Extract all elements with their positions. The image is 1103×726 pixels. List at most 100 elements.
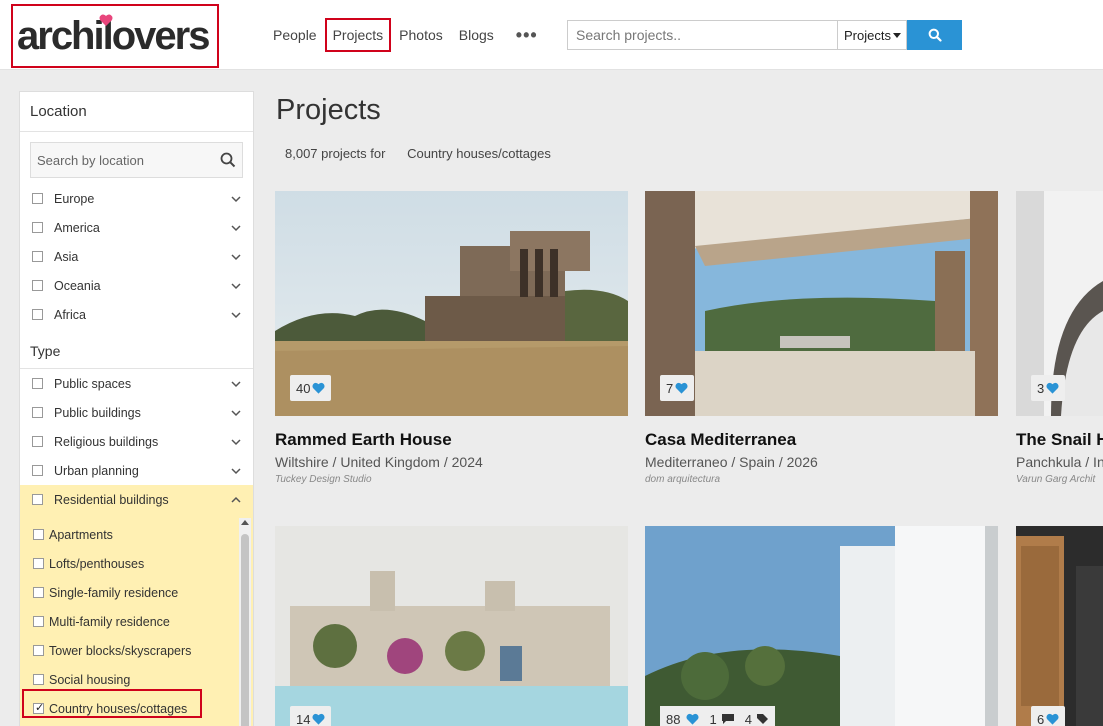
checkbox[interactable]	[32, 193, 43, 204]
filter-label: Social housing	[49, 672, 131, 687]
likes-count: 3	[1037, 380, 1045, 396]
site-header: archilovers People Projects Photos Blogs…	[0, 0, 1103, 70]
chevron-down-icon[interactable]	[229, 437, 243, 447]
chevron-down-icon[interactable]	[229, 281, 243, 291]
project-card[interactable]: 3 The Snail H Panchkula / Indi Varun Gar…	[1016, 191, 1103, 485]
filter-region-america[interactable]: America	[20, 213, 253, 242]
search-icon	[928, 28, 942, 42]
filter-label: Africa	[54, 307, 86, 322]
checkbox[interactable]	[33, 558, 44, 569]
likes-badge[interactable]: 40	[290, 375, 332, 401]
nav-photos[interactable]: Photos	[391, 18, 451, 52]
search-button[interactable]	[907, 20, 962, 50]
project-title[interactable]: The Snail H	[1016, 430, 1103, 450]
project-studio[interactable]: Varun Garg Archit	[1016, 474, 1103, 485]
filter-label: Public buildings	[54, 405, 141, 420]
checkbox[interactable]	[33, 645, 44, 656]
filter-type-religious-buildings[interactable]: Religious buildings	[20, 427, 253, 456]
filter-region-africa[interactable]: Africa	[20, 300, 253, 329]
subtype-tower-blocks[interactable]: Tower blocks/skyscrapers	[20, 636, 253, 665]
project-image[interactable]: 14	[275, 526, 628, 726]
nav-people[interactable]: People	[265, 18, 325, 52]
filter-type-urban-planning[interactable]: Urban planning	[20, 456, 253, 485]
logo[interactable]: archilovers	[11, 4, 219, 68]
checkbox[interactable]	[32, 222, 43, 233]
likes-count: 14	[296, 711, 311, 726]
likes-badge[interactable]: 3	[1031, 375, 1066, 401]
dropdown-caret-icon	[892, 32, 901, 38]
chevron-up-icon[interactable]	[229, 495, 243, 505]
filter-region-oceania[interactable]: Oceania	[20, 271, 253, 300]
scroll-up-arrow-icon[interactable]	[241, 520, 249, 525]
project-image[interactable]: 40	[275, 191, 628, 416]
project-title[interactable]: Rammed Earth House	[275, 430, 628, 450]
chevron-down-icon[interactable]	[229, 310, 243, 320]
filter-label: Apartments	[49, 527, 113, 542]
checkbox[interactable]	[33, 529, 44, 540]
checkbox[interactable]	[33, 587, 44, 598]
likes-count: 40	[296, 380, 311, 396]
location-search-input[interactable]: Search by location	[30, 142, 243, 178]
nav-blogs[interactable]: Blogs	[451, 18, 502, 52]
filter-region-europe[interactable]: Europe	[20, 184, 253, 213]
chevron-down-icon[interactable]	[229, 252, 243, 262]
likes-badge[interactable]: 6	[1031, 706, 1066, 726]
project-studio[interactable]: dom arquitectura	[645, 474, 998, 485]
search-scope-select[interactable]: Projects	[837, 20, 907, 50]
project-card[interactable]: 14	[275, 526, 628, 726]
checkbox[interactable]	[32, 280, 43, 291]
checkbox[interactable]	[32, 465, 43, 476]
project-card[interactable]: 88 1 4	[645, 526, 998, 726]
scrollbar-thumb[interactable]	[241, 534, 249, 726]
chevron-down-icon[interactable]	[229, 194, 243, 204]
project-studio[interactable]: Tuckey Design Studio	[275, 474, 628, 485]
checkbox[interactable]	[33, 674, 44, 685]
chevron-down-icon[interactable]	[229, 379, 243, 389]
project-card[interactable]: 40 Rammed Earth House Wiltshire / United…	[275, 191, 628, 485]
filter-type-public-spaces[interactable]: Public spaces	[20, 369, 253, 398]
likes-badge[interactable]: 7	[660, 375, 695, 401]
subtype-lofts[interactable]: Lofts/penthouses	[20, 549, 253, 578]
filter-label: America	[54, 220, 100, 235]
project-image[interactable]: 3	[1016, 191, 1103, 416]
chevron-down-icon[interactable]	[229, 223, 243, 233]
checkbox[interactable]	[32, 436, 43, 447]
checkbox[interactable]	[32, 309, 43, 320]
filter-region-asia[interactable]: Asia	[20, 242, 253, 271]
subtype-multi-family[interactable]: Multi-family residence	[20, 607, 253, 636]
checkbox[interactable]	[32, 407, 43, 418]
chevron-down-icon[interactable]	[229, 408, 243, 418]
subtype-apartments[interactable]: Apartments	[20, 514, 253, 549]
project-location: Panchkula / Indi	[1016, 454, 1103, 470]
project-card[interactable]: 6	[1016, 526, 1103, 726]
search-scope-label: Projects	[844, 27, 891, 43]
comments-count: 1	[709, 711, 717, 726]
likes-badge[interactable]: 14	[290, 706, 332, 726]
filter-label: Urban planning	[54, 463, 139, 478]
checkbox[interactable]	[32, 251, 43, 262]
project-card[interactable]: 7 Casa Mediterranea Mediterraneo / Spain…	[645, 191, 998, 485]
project-image[interactable]: 7	[645, 191, 998, 416]
more-menu-icon[interactable]: •••	[502, 18, 552, 52]
filter-type-public-buildings[interactable]: Public buildings	[20, 398, 253, 427]
search-input[interactable]	[567, 20, 837, 50]
project-image[interactable]: 88 1 4	[645, 526, 998, 726]
filter-sidebar: Location Search by location Europe Ameri…	[19, 91, 254, 726]
subtype-scrollbar[interactable]	[239, 518, 251, 726]
heart-icon	[1046, 713, 1059, 725]
filter-label: Tower blocks/skyscrapers	[49, 643, 192, 658]
main-nav: People Projects Photos Blogs •••	[265, 18, 552, 52]
type-heading: Type	[20, 329, 253, 369]
checkbox[interactable]	[32, 378, 43, 389]
checkbox[interactable]	[33, 616, 44, 627]
filter-label: Single-family residence	[49, 585, 179, 600]
results-category[interactable]: Country houses/cottages	[407, 146, 551, 161]
subtype-single-family[interactable]: Single-family residence	[20, 578, 253, 607]
chevron-down-icon[interactable]	[229, 466, 243, 476]
nav-projects[interactable]: Projects	[324, 18, 392, 52]
project-image[interactable]: 6	[1016, 526, 1103, 726]
checkbox[interactable]	[32, 494, 43, 505]
filter-label: Europe	[54, 191, 95, 206]
project-title[interactable]: Casa Mediterranea	[645, 430, 998, 450]
filter-type-residential-buildings[interactable]: Residential buildings	[20, 485, 253, 514]
